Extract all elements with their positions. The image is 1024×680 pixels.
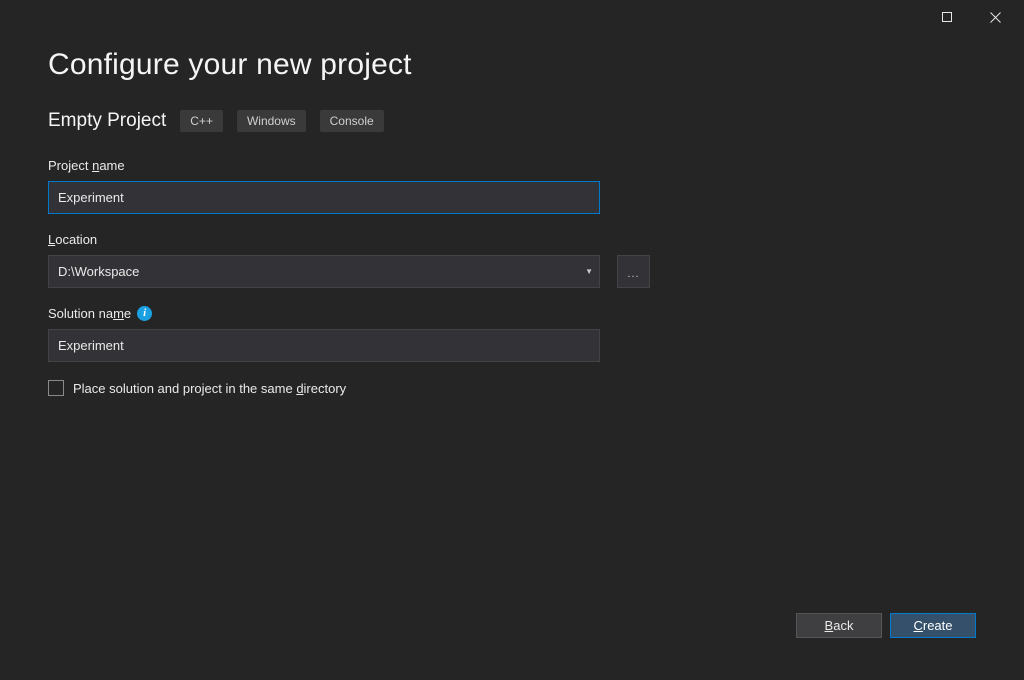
dialog-footer: Back Create	[796, 613, 976, 638]
maximize-icon	[942, 12, 952, 22]
dialog-content: Configure your new project Empty Project…	[0, 34, 1024, 396]
template-name: Empty Project	[48, 110, 166, 132]
page-title: Configure your new project	[48, 48, 976, 82]
project-name-label: Project name	[48, 158, 976, 173]
maximize-button[interactable]	[924, 2, 970, 32]
project-name-field: Project name	[48, 158, 976, 214]
solution-name-field: Solution name i	[48, 306, 976, 362]
close-button[interactable]	[972, 2, 1018, 32]
close-icon	[990, 12, 1001, 23]
info-icon[interactable]: i	[137, 306, 152, 321]
template-summary: Empty Project C++ Windows Console	[48, 110, 976, 132]
template-tag-type: Console	[320, 110, 384, 132]
template-tag-lang: C++	[180, 110, 223, 132]
ellipsis-icon: ...	[627, 271, 639, 277]
same-directory-label: Place solution and project in the same d…	[73, 381, 346, 396]
project-name-input[interactable]	[48, 181, 600, 214]
solution-name-input[interactable]	[48, 329, 600, 362]
same-directory-option[interactable]: Place solution and project in the same d…	[48, 380, 976, 396]
location-label: Location	[48, 232, 976, 247]
location-field: Location D:\Workspace ▼ ...	[48, 232, 976, 288]
create-button[interactable]: Create	[890, 613, 976, 638]
back-button[interactable]: Back	[796, 613, 882, 638]
template-tag-platform: Windows	[237, 110, 306, 132]
browse-button[interactable]: ...	[617, 255, 650, 288]
same-directory-checkbox[interactable]	[48, 380, 64, 396]
location-combo[interactable]: D:\Workspace ▼	[48, 255, 600, 288]
chevron-down-icon: ▼	[585, 267, 593, 276]
location-value: D:\Workspace	[58, 264, 139, 279]
titlebar	[0, 0, 1024, 34]
new-project-dialog: Configure your new project Empty Project…	[0, 0, 1024, 680]
solution-name-label: Solution name i	[48, 306, 976, 321]
